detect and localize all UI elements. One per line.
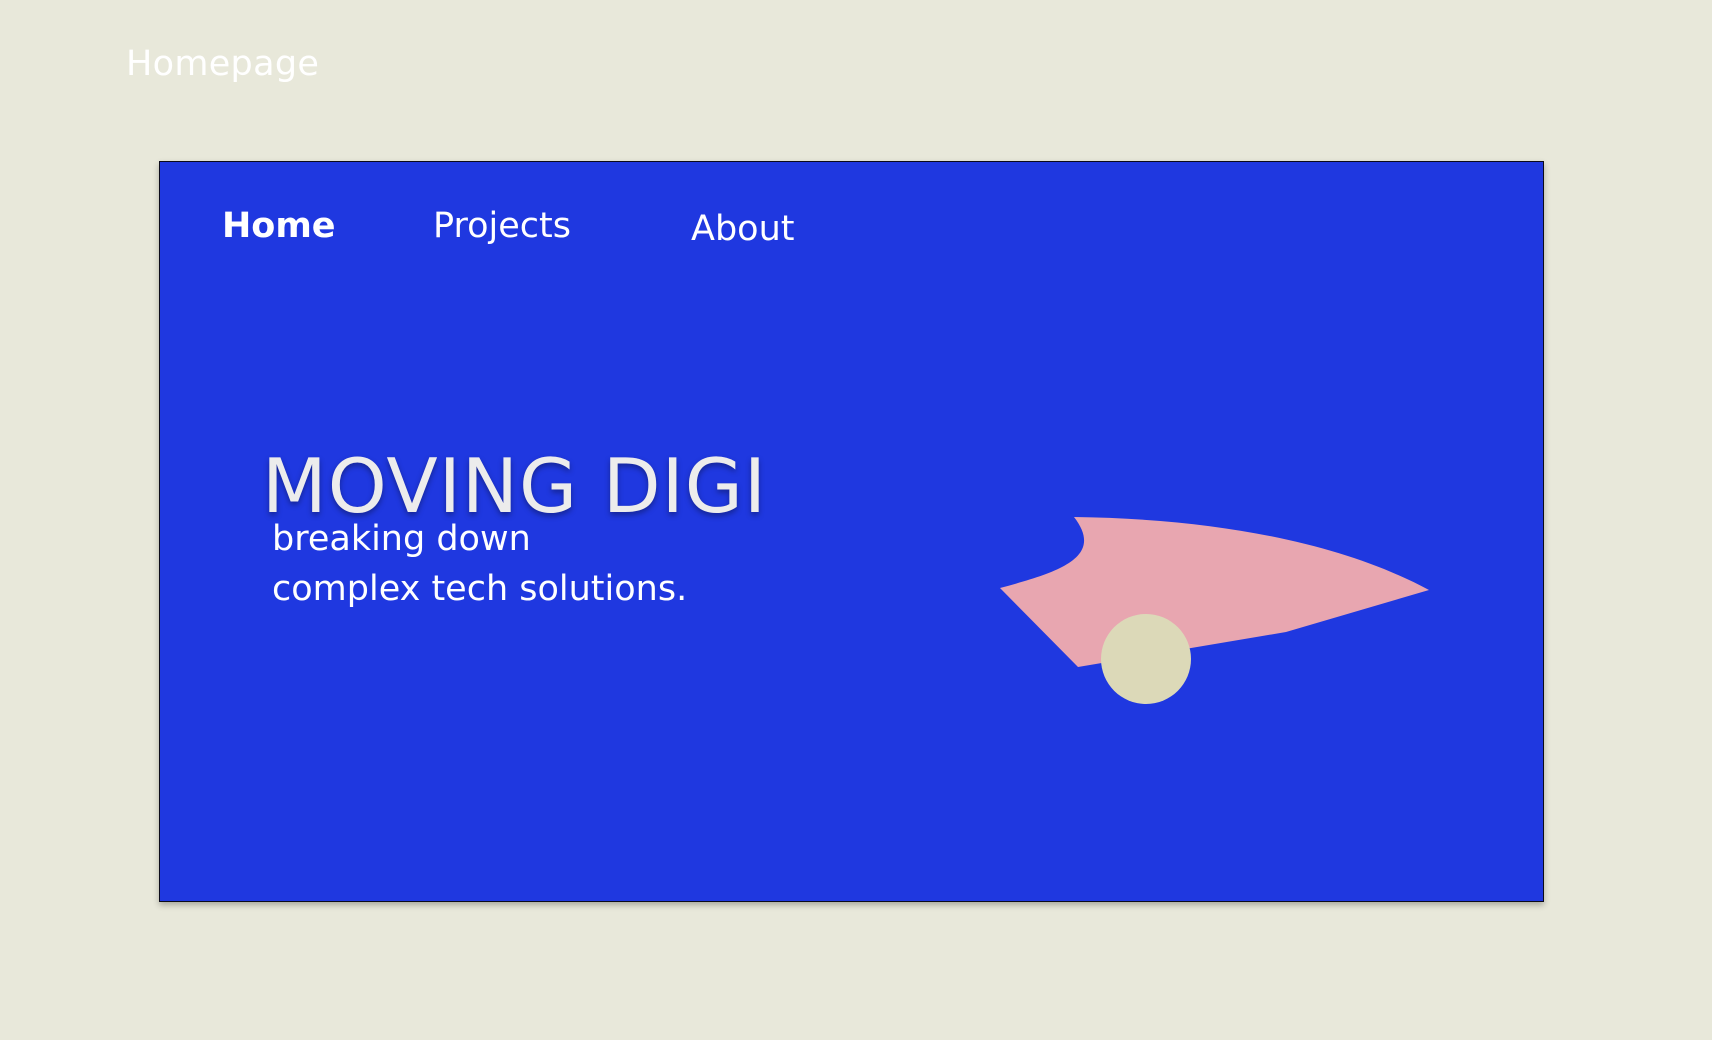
homepage-frame: Home Projects About MOVING DIGI breaking… bbox=[159, 161, 1544, 902]
nav-projects-link[interactable]: Projects bbox=[433, 206, 571, 246]
frame-label: Homepage bbox=[126, 44, 320, 84]
hero-subtitle-line-1: breaking down bbox=[272, 519, 531, 559]
hero-subtitle: breaking down complex tech solutions. bbox=[272, 514, 687, 614]
main-nav: Home Projects About bbox=[160, 206, 1543, 256]
hero-subtitle-line-2: complex tech solutions. bbox=[272, 569, 688, 609]
nav-home-link[interactable]: Home bbox=[222, 206, 336, 246]
nav-about-link[interactable]: About bbox=[691, 209, 794, 249]
pink-abstract-shape bbox=[1000, 517, 1429, 667]
beige-circle-shape bbox=[1101, 614, 1191, 704]
